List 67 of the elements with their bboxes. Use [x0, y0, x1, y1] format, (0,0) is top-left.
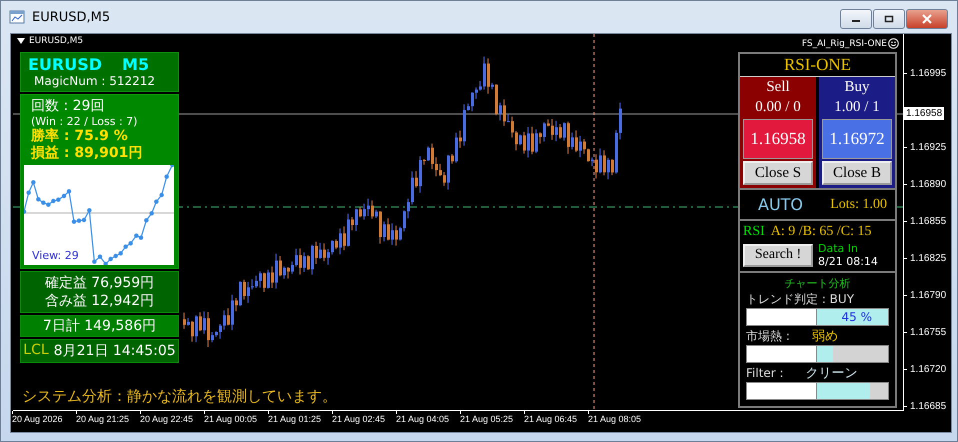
rsi-label: RSI	[743, 224, 765, 240]
current-price-label: 1.16958	[904, 107, 944, 120]
price-button[interactable]: 1.16958	[743, 119, 813, 159]
weekly-total: 7日計 149,586円	[20, 315, 179, 337]
price-tick: 1.16720	[910, 364, 946, 374]
timeframe-text: M5	[122, 55, 150, 74]
data-in-label: Data In	[818, 242, 859, 255]
lots-label: Lots: 1.00	[830, 196, 887, 212]
price-button[interactable]: 1.16972	[822, 119, 892, 159]
trade-count: 回数 : 29回	[30, 97, 106, 115]
close-icon	[921, 14, 933, 24]
price-tick: 1.16825	[910, 252, 946, 264]
system-message: システム分析：静かな流れを観測しています。	[22, 387, 337, 406]
price-tick: 1.16685	[910, 400, 946, 412]
close-button[interactable]	[906, 9, 948, 29]
time-tick: 21 Aug 04:05	[396, 414, 450, 424]
maximize-button[interactable]	[873, 9, 905, 29]
price-tick: 1.16855	[910, 216, 946, 226]
equity-view-label: View: 29	[32, 249, 79, 262]
time-tick: 20 Aug 21:25	[76, 414, 130, 424]
rsi-values: A: 9 /B: 65 /C: 15	[770, 224, 872, 240]
close-position-button[interactable]: Close B	[822, 161, 892, 185]
time-tick: 21 Aug 06:45	[524, 414, 578, 424]
meter-percent: 45 %	[842, 309, 872, 325]
meter-label: トレンド判定 : BUY	[746, 291, 854, 308]
close-position-button[interactable]: Close S	[743, 161, 813, 185]
price-tick: 1.16890	[910, 178, 946, 190]
window-title: EURUSD,M5	[32, 10, 110, 24]
search-button[interactable]: Search !	[743, 244, 813, 266]
time-tick: 21 Aug 08:05	[588, 414, 642, 424]
chart-symbol-label: EURUSD,M5	[29, 36, 84, 46]
position-size: 1.00 / 1	[833, 98, 881, 117]
position-size: 0.00 / 0	[754, 98, 802, 117]
profit: 損益 : 89,901円	[30, 145, 144, 162]
symbol-text: EURUSD	[28, 55, 102, 74]
time-tick: 21 Aug 01:25	[268, 414, 322, 424]
time-tick: 21 Aug 00:05	[204, 414, 258, 424]
time-tick: 20 Aug 22:45	[140, 414, 194, 424]
time-tick: 21 Aug 02:45	[332, 414, 386, 424]
price-tick: 1.16925	[910, 142, 946, 152]
win-rate: 勝率 : 75.9 %	[30, 128, 129, 145]
time-tick: 20 Aug 2026	[12, 414, 63, 424]
meter-label: 市場熱 :	[746, 328, 790, 345]
price-tick: 1.16790	[910, 290, 946, 300]
side-label: Buy	[843, 78, 870, 97]
side-label: Sell	[765, 78, 791, 97]
chart-window-icon	[9, 9, 25, 25]
magic-number: MagicNum : 512212	[33, 74, 156, 88]
price-tick: 1.16755	[910, 326, 946, 338]
dropdown-triangle-icon[interactable]	[17, 38, 25, 44]
smiley-icon	[888, 38, 899, 49]
unrealized-profit: 含み益 12,942円	[44, 292, 156, 310]
mode-label: AUTO	[758, 195, 804, 214]
analysis-title: チャート分析	[784, 276, 852, 291]
maximize-icon	[884, 15, 894, 23]
indicator-name: FS_AI_Rig_RSI-ONE	[802, 38, 887, 48]
win-loss: (Win : 22 / Loss : 7)	[30, 115, 138, 128]
meter-label: Filter :	[746, 365, 784, 382]
local-clock: 8月21日 14:45:05	[54, 342, 176, 360]
meter-value: クリーン	[806, 365, 858, 382]
meter-value: 弱め	[812, 328, 838, 345]
price-tick: 1.16995	[910, 68, 946, 78]
clock-label: LCL	[23, 342, 49, 360]
time-tick: 21 Aug 05:25	[460, 414, 514, 424]
realized-profit: 確定益 76,959円	[44, 274, 156, 292]
minimize-button[interactable]	[840, 9, 872, 29]
data-in-time: 8/21 08:14	[818, 255, 878, 268]
